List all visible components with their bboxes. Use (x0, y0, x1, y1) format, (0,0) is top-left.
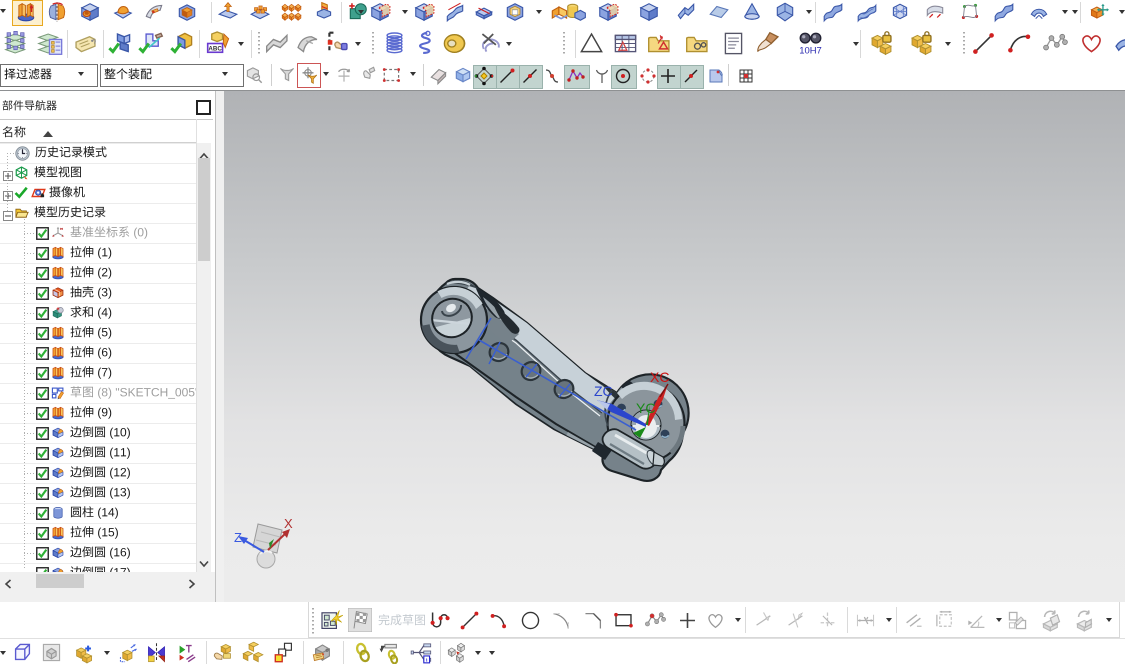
svg-text:10H7: 10H7 (799, 46, 822, 57)
svg-text:Z: Z (234, 530, 242, 545)
svg-text:XC: XC (650, 369, 669, 385)
svg-text:YC: YC (636, 400, 655, 416)
svg-text:X: X (284, 516, 293, 531)
svg-text:ZC: ZC (594, 383, 613, 399)
svg-text:ABC: ABC (208, 46, 222, 53)
